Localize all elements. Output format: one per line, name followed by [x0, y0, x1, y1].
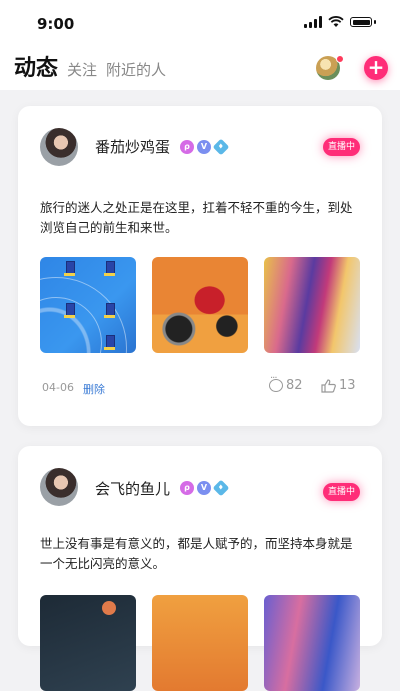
live-badge[interactable]: 直播中 — [322, 483, 360, 501]
thumbs-up-icon — [321, 378, 336, 393]
photo-blue-building[interactable] — [40, 257, 136, 353]
comment-icon — [269, 373, 283, 392]
like-count: 13 — [339, 378, 356, 393]
post-card[interactable]: 番茄炒鸡蛋 ρ V ♦ 直播中 旅行的迷人之处正是在这里，扛着不轻不重的今生，到… — [18, 106, 382, 426]
notification-dot — [336, 55, 344, 63]
user-name[interactable]: 会飞的鱼儿 — [95, 478, 170, 499]
verified-badge-icon: V — [197, 140, 211, 154]
comment-count: 82 — [286, 378, 303, 393]
comment-button[interactable]: 82 — [269, 373, 303, 393]
post-date: 04-06 — [42, 381, 74, 394]
live-badge[interactable]: 直播中 — [322, 138, 360, 156]
like-button[interactable]: 13 — [321, 378, 356, 393]
tab-following[interactable]: 关注 — [67, 59, 97, 80]
user-badges: ρ V ♦ — [180, 479, 230, 497]
fan-badge-icon: ρ — [180, 481, 194, 495]
header: 9:00 动态 关注 附近的人 + — [0, 0, 400, 90]
post-card[interactable]: 会飞的鱼儿 ρ V ♦ 直播中 世上没有事是有意义的，都是人赋予的，而坚持本身就… — [18, 446, 382, 691]
photo-night-sky[interactable] — [40, 595, 136, 691]
tab-dynamic[interactable]: 动态 — [14, 50, 58, 82]
photo-paint-abstract[interactable] — [264, 257, 360, 353]
status-icons — [304, 16, 376, 28]
delete-button[interactable]: 删除 — [83, 381, 105, 397]
status-time: 9:00 — [37, 15, 75, 33]
post-text: 世上没有事是有意义的，都是人赋予的，而坚持本身就是一个无比闪亮的意义。 — [40, 536, 353, 571]
post-text: 旅行的迷人之处正是在这里，扛着不轻不重的今生，到处浏览自己的前生和来世。 — [40, 200, 353, 235]
diamond-badge-icon: ♦ — [212, 138, 230, 156]
signal-icon — [304, 16, 322, 28]
avatar[interactable] — [40, 128, 78, 166]
top-tabs: 动态 关注 附近的人 — [14, 50, 166, 82]
user-name[interactable]: 番茄炒鸡蛋 — [95, 136, 170, 157]
battery-icon — [350, 17, 372, 27]
user-badges: ρ V ♦ — [180, 138, 230, 156]
verified-badge-icon: V — [197, 481, 211, 495]
photo-motorcycle[interactable] — [152, 257, 248, 353]
photo-paint-abstract[interactable] — [264, 595, 360, 691]
fan-badge-icon: ρ — [180, 140, 194, 154]
photo-orange[interactable] — [152, 595, 248, 691]
add-post-button[interactable]: + — [364, 56, 388, 80]
avatar[interactable] — [40, 468, 78, 506]
tab-nearby[interactable]: 附近的人 — [106, 59, 166, 80]
wifi-icon — [328, 16, 344, 27]
diamond-badge-icon: ♦ — [212, 479, 230, 497]
